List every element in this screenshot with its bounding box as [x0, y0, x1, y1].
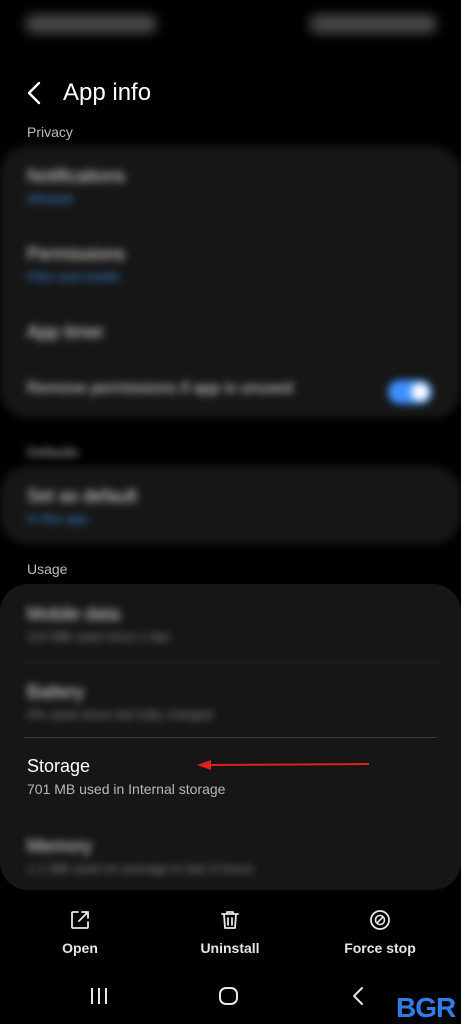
storage-subtitle: 701 MB used in Internal storage	[27, 781, 226, 797]
home-icon[interactable]	[217, 984, 241, 1008]
row-subtitle: 0% used since last fully charged	[27, 707, 213, 722]
annotation-arrow-icon	[197, 760, 370, 770]
row-subtitle: In this app	[27, 511, 87, 526]
row-mobile-data[interactable]: Mobile data 114 MB used since 1 Apr	[0, 584, 461, 661]
remove-permissions-toggle[interactable]	[388, 380, 432, 404]
row-permissions[interactable]: Permissions Files and media	[0, 224, 461, 302]
section-label-privacy: Privacy	[27, 124, 73, 140]
privacy-card: Notifications Allowed Permissions Files …	[0, 146, 461, 418]
status-bar	[0, 0, 461, 50]
bgr-watermark-logo: BGR	[396, 992, 456, 1023]
force-stop-label: Force stop	[344, 940, 416, 956]
open-external-icon	[71, 911, 89, 929]
row-memory[interactable]: Memory 1.1 MB used on average in last 3 …	[0, 816, 461, 890]
row-battery[interactable]: Battery 0% used since last fully charged	[0, 662, 461, 738]
storage-title: Storage	[27, 756, 91, 776]
back-nav-icon[interactable]	[348, 984, 368, 1008]
uninstall-button[interactable]: Uninstall	[170, 908, 290, 956]
row-title: Mobile data	[27, 604, 121, 624]
open-label: Open	[62, 940, 98, 956]
row-notifications[interactable]: Notifications Allowed	[0, 146, 461, 224]
recent-apps-icon[interactable]	[89, 984, 109, 1008]
row-title: Notifications	[27, 166, 126, 186]
row-title: Permissions	[27, 244, 126, 264]
row-storage[interactable]: Storage 701 MB used in Internal storage	[0, 738, 461, 816]
row-subtitle: Allowed	[27, 191, 73, 206]
row-title: Battery	[27, 682, 85, 702]
page-title: App info	[63, 79, 152, 106]
status-bar-clock-blurred	[26, 15, 156, 33]
row-title: Remove permissions if app is unused	[27, 380, 293, 397]
open-button[interactable]: Open	[20, 908, 140, 956]
status-bar-icons-blurred	[310, 15, 436, 33]
block-icon	[370, 910, 390, 930]
section-label-usage: Usage	[27, 561, 68, 577]
row-title: Set as default	[27, 486, 138, 506]
system-nav-bar	[0, 970, 461, 1024]
bottom-action-bar: Open Uninstall Force stop	[0, 900, 461, 970]
row-app-timer[interactable]: App timer	[0, 302, 461, 362]
row-title: Memory	[27, 836, 93, 856]
back-arrow-icon[interactable]	[22, 78, 48, 108]
defaults-card: Set as default In this app	[0, 466, 461, 544]
row-subtitle: 1.1 MB used on average in last 3 hours	[27, 861, 254, 876]
row-remove-permissions[interactable]: Remove permissions if app is unused	[0, 362, 461, 418]
section-label-defaults: Defaults	[27, 444, 79, 460]
row-subtitle: 114 MB used since 1 Apr	[27, 629, 171, 644]
force-stop-button[interactable]: Force stop	[320, 908, 440, 956]
row-subtitle: Files and media	[27, 269, 119, 284]
trash-icon	[221, 911, 239, 929]
uninstall-label: Uninstall	[200, 940, 260, 956]
app-bar: App info	[0, 68, 461, 118]
row-title: App timer	[27, 322, 105, 342]
row-set-as-default[interactable]: Set as default In this app	[0, 466, 461, 544]
